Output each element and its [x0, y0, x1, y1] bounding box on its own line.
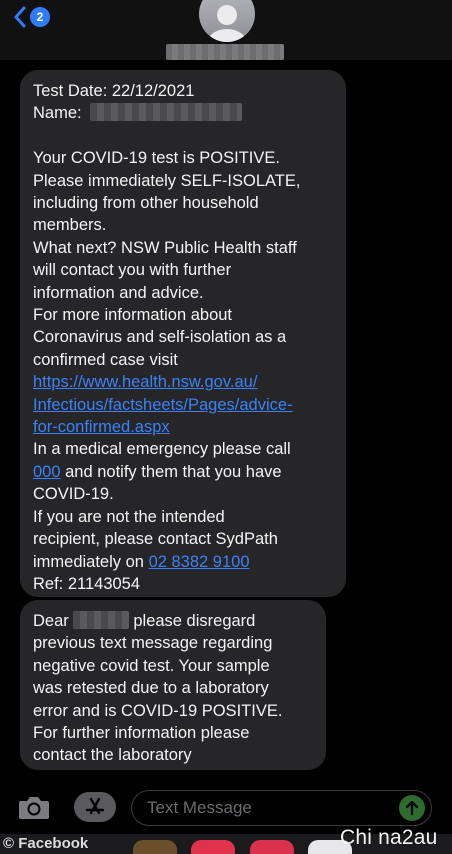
message-line: will contact you with further: [33, 261, 232, 280]
message-line: For more information about: [33, 306, 233, 325]
emergency-number-link[interactable]: 000: [33, 463, 61, 481]
message-text: and notify them that you have: [60, 462, 282, 481]
send-button[interactable]: [399, 795, 425, 821]
message-line: immediately on 02 8382 9100: [33, 551, 333, 573]
health-link[interactable]: https://www.health.nsw.gov.au/: [33, 371, 333, 393]
message-line: 000 and notify them that you have: [33, 461, 333, 483]
message-line: For further information please: [33, 724, 250, 743]
tray-app-memoji[interactable]: [133, 840, 177, 854]
contact-avatar[interactable]: [199, 0, 255, 42]
unread-count-badge: 2: [30, 7, 50, 27]
message-line: In a medical emergency please call: [33, 440, 291, 459]
message-text: Dear: [33, 612, 69, 630]
bubble-tail-mask: [3, 744, 20, 772]
back-button[interactable]: 2: [13, 6, 50, 28]
message-line: previous text message regarding: [33, 634, 273, 653]
health-link-part-1[interactable]: https://www.health.nsw.gov.au/: [33, 373, 257, 391]
message-line: information and advice.: [33, 283, 204, 302]
tray-app-images[interactable]: [250, 840, 294, 854]
watermark: Chi na2au: [340, 826, 438, 849]
message-line: COVID-19.: [33, 485, 114, 504]
message-line: Test Date: 22/12/2021: [33, 82, 195, 100]
reference-number: Ref: 21143054: [33, 574, 141, 593]
message-line: Coronavirus and self-isolation as a: [33, 328, 287, 347]
message-input-placeholder: Text Message: [147, 798, 252, 817]
photo-credit: © Facebook: [3, 835, 89, 852]
conversation-header: 2: [0, 0, 452, 60]
name-label: Name:: [33, 104, 82, 123]
health-link[interactable]: Infectious/factsheets/Pages/advice-: [33, 394, 333, 416]
message-line: including from other household: [33, 194, 259, 213]
apps-button[interactable]: [74, 792, 116, 822]
message-line: Name:: [33, 102, 333, 124]
message-line: What next? NSW Public Health staff: [33, 238, 297, 257]
redacted-name: [72, 611, 129, 629]
message-input[interactable]: Text Message: [131, 790, 432, 826]
camera-icon: [19, 797, 49, 819]
camera-button[interactable]: [17, 793, 51, 821]
message-line: contact the laboratory: [33, 746, 192, 765]
message-line: Dear please disregard: [33, 610, 313, 632]
message-line: error and is COVID-19 POSITIVE.: [33, 701, 283, 720]
message-text: immediately on: [33, 552, 149, 571]
send-arrow-icon: [405, 800, 419, 816]
message-text: please disregard: [128, 612, 256, 630]
redacted-name: [90, 103, 243, 122]
chevron-left-icon: [14, 6, 26, 28]
message-line: Your COVID-19 test is POSITIVE.: [33, 149, 280, 168]
message-bubble-1[interactable]: Test Date: 22/12/2021 Name: Your COVID-1…: [20, 70, 346, 597]
health-link[interactable]: for-confirmed.aspx: [33, 416, 333, 438]
tray-app-music[interactable]: [191, 840, 235, 854]
message-line: confirmed case visit: [33, 350, 178, 369]
phone-number-link[interactable]: 02 8382 9100: [149, 553, 250, 571]
message-line: Please immediately SELF-ISOLATE,: [33, 171, 301, 190]
health-link-part-2[interactable]: Infectious/factsheets/Pages/advice-: [33, 396, 293, 414]
contact-name-redacted[interactable]: [166, 44, 284, 60]
message-line: was retested due to a laboratory: [33, 679, 269, 698]
message-line: negative covid test. Your sample: [33, 656, 270, 675]
message-line: members.: [33, 216, 107, 235]
app-store-icon: [85, 797, 105, 815]
message-bubble-2[interactable]: Dear please disregard previous text mess…: [20, 600, 326, 770]
health-link-part-3[interactable]: for-confirmed.aspx: [33, 418, 170, 436]
person-silhouette-icon: [208, 5, 246, 42]
message-line: recipient, please contact SydPath: [33, 530, 278, 549]
message-line: If you are not the intended: [33, 507, 225, 526]
